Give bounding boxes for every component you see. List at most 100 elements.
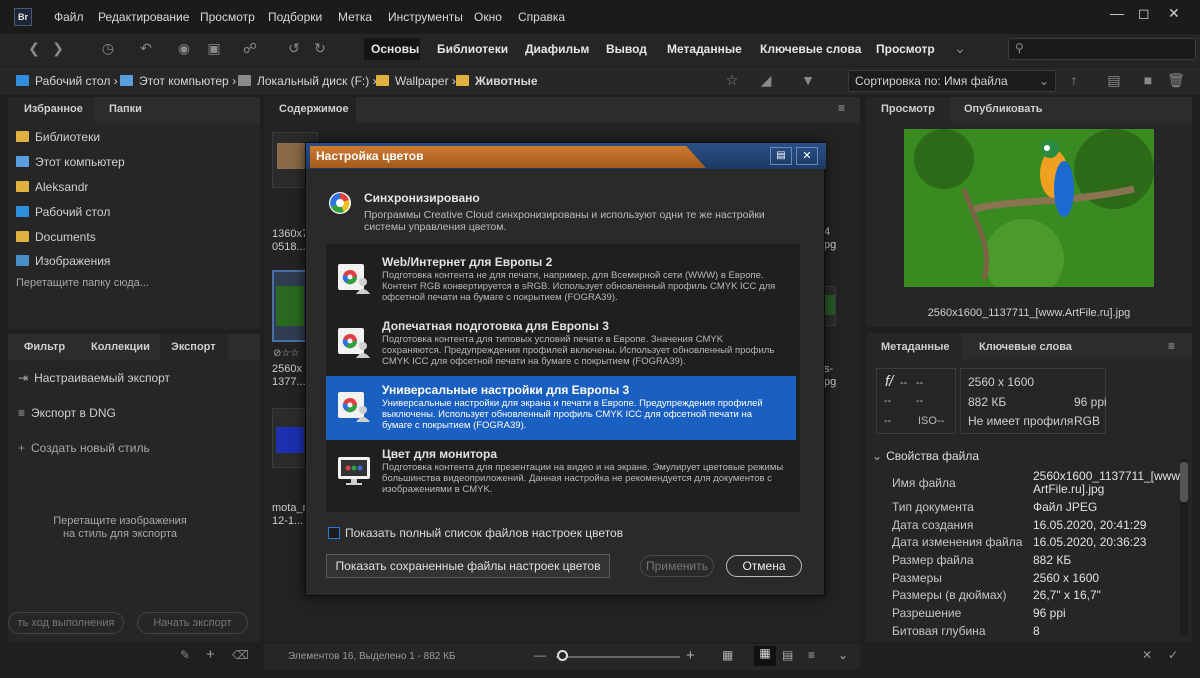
apply-button[interactable]: Применить — [640, 555, 714, 577]
breadcrumb-desktop[interactable]: Рабочий стол › — [16, 74, 118, 88]
creative-cloud-icon[interactable]: ☍ — [240, 40, 260, 58]
workspace-metadata[interactable]: Метаданные — [667, 42, 742, 56]
menu-help[interactable]: Справка — [518, 10, 565, 24]
panel-menu-icon[interactable]: ≡ — [838, 101, 845, 115]
export-dng-item[interactable]: ≡ Экспорт в DNG — [18, 406, 116, 420]
workspace-filmstrip[interactable]: Диафильм — [525, 42, 589, 56]
prop-value: 2560 x 1600 — [1033, 571, 1100, 585]
menu-edit[interactable]: Редактирование — [98, 10, 189, 24]
workspace-keywords[interactable]: Ключевые слова — [760, 42, 861, 56]
breadcrumb-disk[interactable]: Локальный диск (F:) › — [238, 74, 377, 88]
favorite-aleksandr[interactable]: Aleksandr — [16, 180, 88, 194]
option-description: Универсальные настройки для экрана и печ… — [382, 398, 763, 431]
tab-keywords[interactable]: Ключевые слова — [979, 341, 1072, 353]
color-settings-list[interactable]: Web/Интернет для Европы 2 Подготовка кон… — [326, 244, 800, 512]
menu-label[interactable]: Метка — [338, 10, 372, 24]
option-web-europe[interactable]: Web/Интернет для Европы 2 Подготовка кон… — [326, 248, 796, 312]
refine-icon[interactable]: ▣ — [204, 40, 224, 58]
recent-icon[interactable]: ◷ — [98, 40, 118, 58]
details-view-icon[interactable]: ▤ — [782, 648, 793, 662]
camera-icon[interactable]: ◉ — [174, 40, 194, 58]
zoom-out-icon[interactable]: — — [534, 648, 546, 662]
edit-icon[interactable]: ✎ — [180, 648, 190, 662]
workspace-preview[interactable]: Просмотр — [876, 42, 935, 56]
slider-handle[interactable] — [557, 650, 568, 661]
add-icon[interactable]: + — [206, 646, 215, 663]
tab-publish[interactable]: Опубликовать — [964, 103, 1043, 115]
workspace-libraries[interactable]: Библиотеки — [437, 42, 508, 56]
start-export-button[interactable]: Начать экспорт — [137, 612, 248, 634]
custom-export-item[interactable]: ⇥ Настраиваемый экспорт — [18, 371, 170, 385]
breadcrumb-wallpaper[interactable]: Wallpaper › — [376, 74, 456, 88]
tab-content[interactable]: Содержимое — [279, 103, 349, 115]
menu-file[interactable]: Файл — [54, 10, 84, 24]
option-prepress-europe[interactable]: Допечатная подготовка для Европы 3 Подго… — [326, 312, 796, 376]
new-folder-icon[interactable]: ■ — [1138, 72, 1158, 90]
menu-stacks[interactable]: Подборки — [268, 10, 322, 24]
trash-icon[interactable]: ⌫ — [232, 648, 249, 662]
star-filter-icon[interactable]: ☆ — [722, 72, 742, 90]
scrollbar[interactable] — [1180, 460, 1188, 636]
forward-icon[interactable]: ❯ — [48, 40, 68, 58]
breadcrumb-animals[interactable]: Животные — [456, 74, 538, 88]
search-input[interactable]: ⚲ — [1008, 38, 1196, 60]
zoom-in-icon[interactable]: + — [686, 647, 695, 664]
boomerang-icon[interactable]: ↶ — [136, 40, 156, 58]
close-icon[interactable]: ✕ — [796, 147, 818, 165]
cancel-button[interactable]: Отмена — [726, 555, 802, 577]
create-style-item[interactable]: + Создать новый стиль — [18, 441, 150, 455]
open-recent-icon[interactable]: ▤ — [1104, 72, 1124, 90]
tab-metadata[interactable]: Метаданные — [881, 341, 950, 353]
list-view-icon[interactable]: ≡ — [808, 648, 815, 662]
show-saved-button[interactable]: Показать сохраненные файлы настроек цвет… — [326, 554, 610, 578]
menu-view[interactable]: Просмотр — [200, 10, 255, 24]
chevron-down-icon[interactable]: ⌄ — [950, 40, 970, 58]
panel-menu-icon[interactable]: ≡ — [1168, 339, 1175, 353]
sort-select[interactable]: Сортировка по: Имя файла ⌄ — [848, 70, 1056, 92]
favorite-documents[interactable]: Documents — [16, 230, 96, 244]
maximize-icon[interactable]: ◻ — [1138, 5, 1150, 22]
option-monitor-color[interactable]: Цвет для монитора Подготовка контента дл… — [326, 440, 796, 504]
tab-export[interactable]: Экспорт — [171, 341, 216, 353]
rating-stars[interactable]: ⊘☆☆ — [273, 348, 299, 359]
thumbnail[interactable] — [272, 408, 308, 468]
cancel-icon[interactable]: ✕ — [1142, 648, 1152, 662]
favorite-libraries[interactable]: Библиотеки — [16, 130, 100, 144]
delete-icon[interactable]: 🗑 — [1166, 72, 1186, 90]
quality-icon[interactable]: ◢ — [756, 72, 776, 90]
thumbnail[interactable] — [824, 286, 836, 326]
minimize-icon[interactable]: — — [1110, 5, 1124, 21]
thumbnail-view-icon[interactable]: ▦ — [754, 646, 776, 666]
menu-window[interactable]: Окно — [474, 10, 502, 24]
chevron-down-icon[interactable]: ⌄ — [838, 648, 848, 662]
tab-preview[interactable]: Просмотр — [881, 103, 935, 115]
tab-collections[interactable]: Коллекции — [91, 341, 150, 353]
tab-folders[interactable]: Папки — [109, 103, 142, 115]
show-all-checkbox[interactable] — [328, 527, 340, 539]
workspace-output[interactable]: Вывод — [606, 42, 647, 56]
sort-direction-icon[interactable]: ↑ — [1064, 72, 1084, 90]
restore-icon[interactable]: ▤ — [770, 147, 792, 165]
favorite-desktop[interactable]: Рабочий стол — [16, 205, 110, 219]
thumbnail-size-slider[interactable] — [556, 656, 680, 658]
breadcrumb-computer[interactable]: Этот компьютер › — [120, 74, 236, 88]
grid-view-icon[interactable]: ▦ — [722, 648, 733, 662]
tab-favorites[interactable]: Избранное — [24, 103, 83, 115]
back-icon[interactable]: ❮ — [24, 40, 44, 58]
option-general-europe[interactable]: Универсальные настройки для Европы 3 Уни… — [326, 376, 796, 440]
rotate-right-icon[interactable]: ↻ — [310, 40, 330, 58]
confirm-icon[interactable]: ✓ — [1168, 648, 1178, 662]
tab-filter[interactable]: Фильтр — [24, 341, 65, 353]
menu-tools[interactable]: Инструменты — [388, 10, 463, 24]
favorite-computer[interactable]: Этот компьютер — [16, 155, 125, 169]
workspace-essentials[interactable]: Основы — [371, 42, 419, 56]
file-props-header[interactable]: ⌄ Свойства файла — [872, 449, 979, 463]
filter-icon[interactable]: ▼ — [798, 72, 818, 90]
rotate-left-icon[interactable]: ↺ — [284, 40, 304, 58]
shutter-value: -- — [916, 377, 924, 389]
show-progress-button[interactable]: ть ход выполнения — [8, 612, 124, 634]
thumbnail-selected[interactable] — [272, 270, 308, 342]
favorite-images[interactable]: Изображения — [16, 254, 110, 268]
close-icon[interactable]: ✕ — [1168, 5, 1180, 22]
images-icon — [16, 255, 29, 266]
